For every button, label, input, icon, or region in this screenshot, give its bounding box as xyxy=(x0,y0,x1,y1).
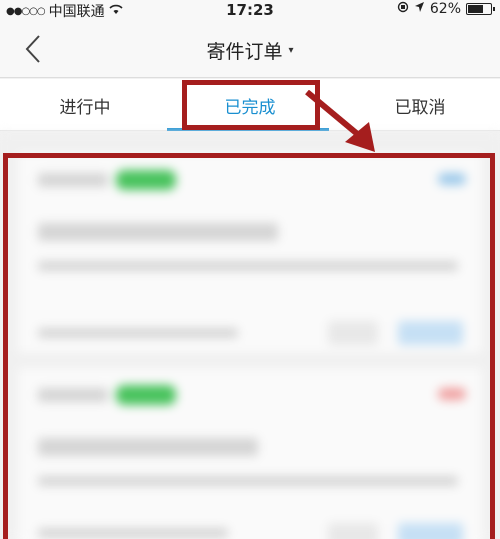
navigation-bar: 寄件订单 ▾ xyxy=(0,20,500,78)
battery-percent: 62% xyxy=(429,1,461,17)
title-dropdown[interactable]: 寄件订单 ▾ xyxy=(206,37,293,64)
battery-icon xyxy=(466,3,495,15)
chevron-down-icon: ▾ xyxy=(288,45,294,56)
tab-completed[interactable]: 已完成 xyxy=(195,93,305,118)
orientation-lock-icon xyxy=(397,1,409,17)
tab-in-progress[interactable]: 进行中 xyxy=(30,93,140,118)
arrow-icon xyxy=(305,90,375,152)
order-card[interactable] xyxy=(18,368,482,539)
order-card[interactable] xyxy=(18,153,482,353)
page-title-area[interactable]: 寄件订单 ▾ xyxy=(0,37,500,64)
status-right: 62% xyxy=(397,1,495,17)
order-list xyxy=(0,133,500,539)
order-tabs: 进行中 已完成 已取消 xyxy=(0,79,500,131)
page-title: 寄件订单 xyxy=(206,41,283,63)
location-icon xyxy=(414,1,425,17)
status-bar: ●●○○○ 中国联通 17:23 62% xyxy=(0,0,500,20)
